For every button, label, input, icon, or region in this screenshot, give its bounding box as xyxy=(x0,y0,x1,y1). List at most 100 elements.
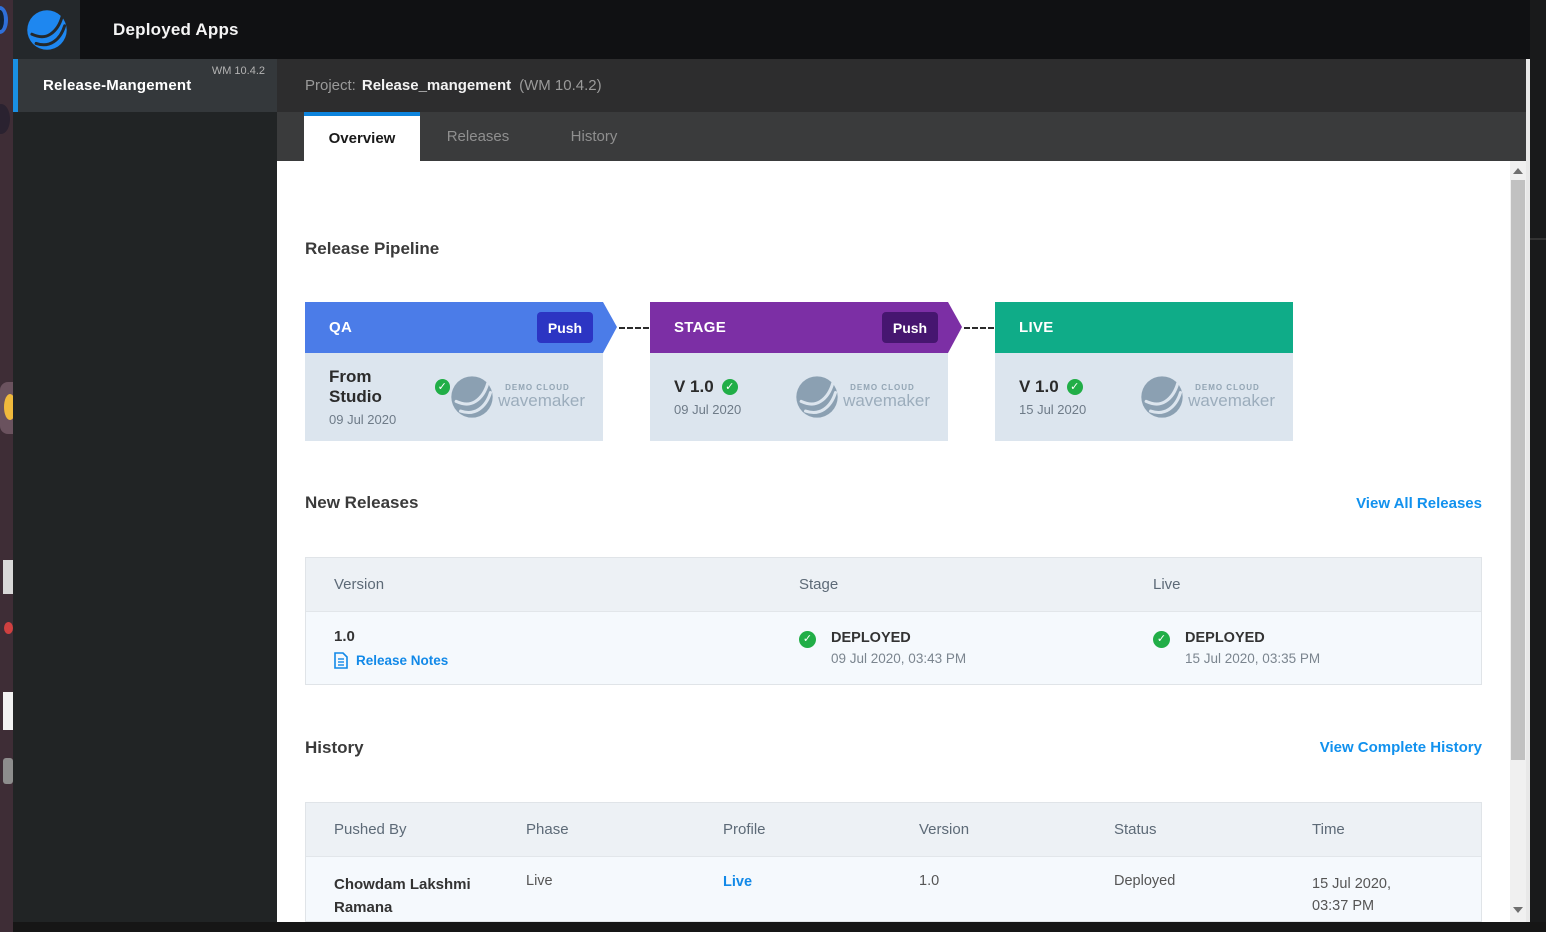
screen: Deployed Apps Release-Mangement WM 10.4.… xyxy=(0,0,1546,932)
brand-large-label: wavemaker xyxy=(498,391,585,411)
push-button-stage[interactable]: Push xyxy=(882,312,938,343)
column-header-version: Version xyxy=(306,576,771,593)
deployed-check-icon: ✓ xyxy=(799,631,816,648)
tab-releases[interactable]: Releases xyxy=(420,112,536,161)
release-version: 1.0 xyxy=(334,628,771,645)
pipeline-card-qa: QA Push From Studio ✓ 09 Jul 2020 xyxy=(305,302,603,441)
dock-icon-partial xyxy=(4,394,13,420)
pipeline-connector xyxy=(619,327,649,329)
new-releases-table: Version Stage Live 1.0 Release Notes xyxy=(305,557,1482,685)
release-notes-link[interactable]: Release Notes xyxy=(334,652,771,669)
pipeline-arrow-icon xyxy=(603,302,617,353)
tab-history[interactable]: History xyxy=(536,112,652,161)
history-time: 15 Jul 2020, 03:37 PM xyxy=(1284,873,1455,918)
qa-card-header: QA Push xyxy=(305,302,603,353)
top-app-bar: Deployed Apps xyxy=(13,0,1546,59)
stage-status: DEPLOYED xyxy=(831,630,966,646)
deployed-version: From Studio xyxy=(329,367,427,407)
column-header-version: Version xyxy=(891,821,1086,838)
deployed-version: V 1.0 xyxy=(1019,377,1059,397)
push-button-qa[interactable]: Push xyxy=(537,312,593,343)
history-title: History xyxy=(305,738,364,758)
dock-icon-partial xyxy=(3,758,13,784)
brand-large-label: wavemaker xyxy=(1188,391,1275,411)
scrollbar-thumb[interactable] xyxy=(1511,180,1525,760)
right-dark-strip xyxy=(1530,0,1546,932)
demo-cloud-brand: DEMO CLOUD wavemaker xyxy=(450,375,585,419)
vertical-scrollbar[interactable] xyxy=(1510,161,1526,922)
divider xyxy=(1530,238,1546,240)
tab-overview[interactable]: Overview xyxy=(304,112,420,161)
wavemaker-logo-icon xyxy=(795,375,839,419)
pipeline-connector xyxy=(964,327,994,329)
history-status: Deployed xyxy=(1086,873,1284,889)
history-profile-link[interactable]: Live xyxy=(723,874,752,890)
column-header-phase: Phase xyxy=(498,821,695,838)
success-check-icon: ✓ xyxy=(1067,379,1083,395)
project-header: Project: Release_mangement (WM 10.4.2) xyxy=(277,59,1530,112)
wavemaker-logo[interactable] xyxy=(13,0,80,59)
history-table: Pushed By Phase Profile Version Status T… xyxy=(305,802,1482,922)
stage-name: LIVE xyxy=(1019,319,1054,336)
demo-cloud-brand: DEMO CLOUD wavemaker xyxy=(795,375,930,419)
column-header-pushed-by: Pushed By xyxy=(306,821,498,838)
pipeline-card-stage: STAGE Push V 1.0 ✓ 09 Jul 2020 xyxy=(650,302,948,441)
sidebar-project-version: WM 10.4.2 xyxy=(212,65,265,77)
deployed-version: V 1.0 xyxy=(674,377,714,397)
qa-card-body: From Studio ✓ 09 Jul 2020 DEMO CLOUD xyxy=(305,353,603,441)
dock-icon-partial xyxy=(3,560,13,594)
table-row: Chowdam Lakshmi Ramana Live Live 1.0 Dep… xyxy=(306,856,1481,922)
dock-icon-partial xyxy=(0,104,10,134)
history-phase: Live xyxy=(498,873,695,889)
table-header-row: Version Stage Live xyxy=(306,558,1481,611)
project-name: Release_mangement xyxy=(362,77,511,94)
deploy-date: 09 Jul 2020 xyxy=(329,412,450,427)
wavemaker-logo-icon xyxy=(450,375,494,419)
wavemaker-logo-icon xyxy=(26,9,68,51)
column-header-live: Live xyxy=(1125,576,1483,593)
history-pushed-by: Chowdam Lakshmi Ramana xyxy=(306,873,498,920)
pipeline-card-live: LIVE V 1.0 ✓ 15 Jul 2020 xyxy=(995,302,1293,441)
main-content: Release Pipeline QA Push From Studio ✓ 0… xyxy=(277,161,1510,922)
pipeline-arrow-icon xyxy=(948,302,962,353)
success-check-icon: ✓ xyxy=(722,379,738,395)
tab-bar: Overview Releases History xyxy=(277,112,1530,161)
scroll-up-arrow[interactable] xyxy=(1510,163,1526,179)
document-icon xyxy=(334,652,348,669)
scroll-down-arrow[interactable] xyxy=(1510,902,1526,918)
view-complete-history-link[interactable]: View Complete History xyxy=(1320,739,1482,756)
release-pipeline-title: Release Pipeline xyxy=(305,239,439,259)
stage-name: QA xyxy=(329,319,352,336)
brand-large-label: wavemaker xyxy=(843,391,930,411)
history-version: 1.0 xyxy=(891,873,1086,889)
demo-cloud-brand: DEMO CLOUD wavemaker xyxy=(1140,375,1275,419)
dock-icon-partial xyxy=(4,622,13,634)
live-deploy-time: 15 Jul 2020, 03:35 PM xyxy=(1185,651,1320,666)
success-check-icon: ✓ xyxy=(435,379,451,395)
page-title: Deployed Apps xyxy=(113,0,239,59)
project-label: Project: xyxy=(305,77,356,94)
wavemaker-logo-icon xyxy=(1140,375,1184,419)
dock-icon-partial xyxy=(0,6,8,34)
new-releases-title: New Releases xyxy=(305,493,418,513)
stage-card-header: STAGE Push xyxy=(650,302,948,353)
deploy-date: 15 Jul 2020 xyxy=(1019,402,1086,417)
project-version: (WM 10.4.2) xyxy=(519,77,602,94)
live-card-header: LIVE xyxy=(995,302,1293,353)
dock-icon-partial xyxy=(3,692,13,730)
release-notes-label: Release Notes xyxy=(356,653,448,668)
view-all-releases-link[interactable]: View All Releases xyxy=(1356,495,1482,512)
stage-deploy-time: 09 Jul 2020, 03:43 PM xyxy=(831,651,966,666)
table-row: 1.0 Release Notes ✓ xyxy=(306,611,1481,684)
bottom-bar xyxy=(13,922,1546,932)
live-status: DEPLOYED xyxy=(1185,630,1320,646)
column-header-profile: Profile xyxy=(695,821,891,838)
sidebar-item-project[interactable]: Release-Mangement WM 10.4.2 xyxy=(13,59,277,112)
column-header-status: Status xyxy=(1086,821,1284,838)
stage-card-body: V 1.0 ✓ 09 Jul 2020 DEMO CLOUD xyxy=(650,353,948,441)
sidebar-project-name: Release-Mangement xyxy=(43,77,191,94)
column-header-time: Time xyxy=(1284,821,1455,838)
deployed-check-icon: ✓ xyxy=(1153,631,1170,648)
column-header-stage: Stage xyxy=(771,576,1125,593)
stage-name: STAGE xyxy=(674,319,726,336)
